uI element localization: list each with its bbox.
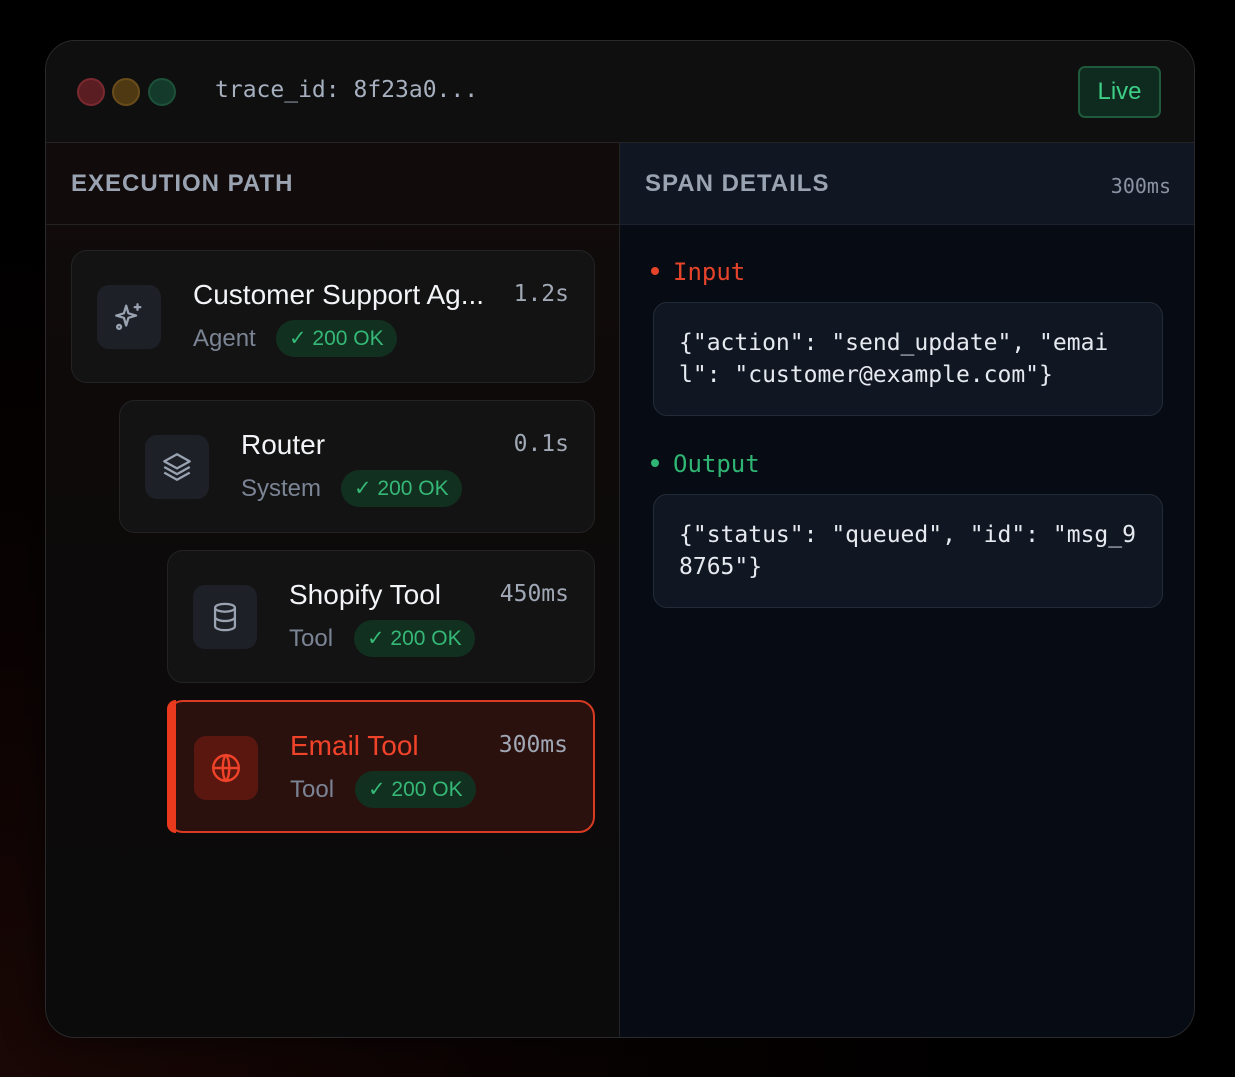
output-bullet-icon	[651, 459, 659, 467]
span-name: Router	[241, 429, 326, 460]
trace-id: trace_id: 8f23a0...	[215, 77, 479, 103]
span-kind: System	[241, 475, 322, 502]
sparkles-icon	[97, 285, 161, 349]
span-duration: 0.1s	[513, 431, 569, 457]
span-details-panel: SPAN DETAILS 300ms Input {"action": "sen…	[620, 143, 1194, 1037]
live-badge[interactable]: Live	[1078, 66, 1161, 118]
span-kind: Tool	[290, 776, 335, 803]
execution-header: EXECUTION PATH	[46, 143, 619, 225]
globe-icon	[194, 736, 258, 800]
details-duration: 300ms	[1110, 174, 1171, 198]
details-header: SPAN DETAILS 300ms	[620, 143, 1194, 225]
execution-panel: EXECUTION PATH Customer Support Ag... 1.…	[46, 143, 620, 1037]
input-label-text: Input	[673, 258, 746, 286]
input-bullet-icon	[651, 267, 659, 275]
span-name: Email Tool	[290, 730, 419, 761]
database-icon	[193, 585, 257, 649]
span-kind: Agent	[193, 325, 256, 352]
input-label: Input	[651, 258, 745, 286]
status-badge: ✓ 200 OK	[341, 470, 462, 507]
titlebar: trace_id: 8f23a0... Live	[46, 41, 1194, 143]
minimize-dot[interactable]	[112, 78, 140, 106]
output-label: Output	[651, 450, 760, 478]
span-duration: 450ms	[499, 581, 569, 607]
output-label-text: Output	[673, 450, 760, 478]
active-indicator	[167, 700, 176, 833]
span-name: Customer Support Ag...	[193, 279, 485, 310]
execution-title: EXECUTION PATH	[71, 170, 294, 197]
span-kind: Tool	[289, 625, 334, 652]
span-duration: 1.2s	[513, 281, 569, 307]
span-name: Shopify Tool	[289, 579, 442, 610]
trace-window: trace_id: 8f23a0... Live EXECUTION PATH …	[45, 40, 1195, 1038]
status-badge: ✓ 200 OK	[354, 620, 475, 657]
output-code-block[interactable]: {"status": "queued", "id": "msg_98765"}	[653, 494, 1163, 608]
layers-icon	[145, 435, 209, 499]
span-duration: 300ms	[498, 732, 568, 758]
status-badge: ✓ 200 OK	[355, 771, 476, 808]
status-badge: ✓ 200 OK	[276, 320, 397, 357]
span-card-email[interactable]: Email Tool 300ms Tool ✓ 200 OK	[167, 700, 595, 833]
span-card-router[interactable]: Router 0.1s System ✓ 200 OK	[119, 400, 595, 533]
maximize-dot[interactable]	[148, 78, 176, 106]
details-title: SPAN DETAILS	[645, 170, 830, 197]
span-card-shopify[interactable]: Shopify Tool 450ms Tool ✓ 200 OK	[167, 550, 595, 683]
close-dot[interactable]	[77, 78, 105, 106]
input-code-block[interactable]: {"action": "send_update", "email": "cust…	[653, 302, 1163, 416]
span-card-agent[interactable]: Customer Support Ag... 1.2s Agent ✓ 200 …	[71, 250, 595, 383]
